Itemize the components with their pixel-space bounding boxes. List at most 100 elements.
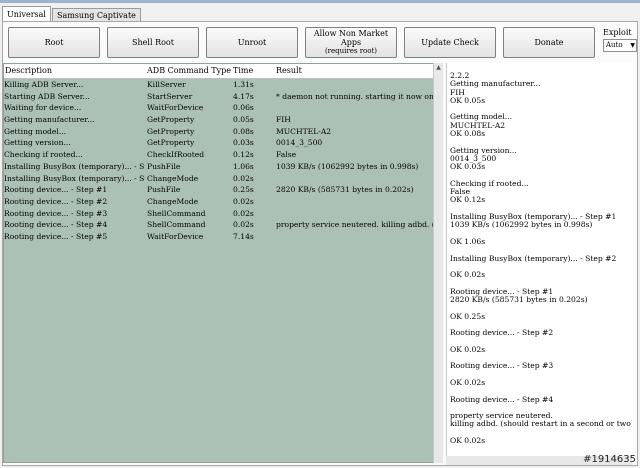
cell-description: Getting model...	[4, 126, 67, 136]
non-market-label: Allow Non Market Apps	[313, 29, 389, 47]
cell-result: MUCHTEL-A2	[276, 126, 332, 136]
exploit-select-value: Auto	[606, 41, 623, 49]
cell-command-type: PushFile	[147, 161, 181, 171]
cell-command-type: GetProperty	[147, 126, 195, 136]
cell-description: Killing ADB Server...	[4, 80, 84, 89]
allow-non-market-apps-button[interactable]: Allow Non Market Apps (requires root)	[305, 27, 397, 58]
log-line: OK 0.08s	[450, 129, 486, 139]
log-line: OK 0.25s	[450, 311, 486, 321]
cell-time: 0.03s	[233, 138, 254, 148]
table-row[interactable]: Getting manufacturer... GetProperty 0.05s F…	[4, 114, 442, 126]
cell-description: Installing BusyBox (temporary)... - St..…	[4, 173, 145, 183]
cell-time: 0.02s	[233, 208, 254, 218]
shell-root-button[interactable]: Shell Root	[107, 27, 199, 58]
cell-result: 0014_3_500	[276, 138, 323, 148]
cell-result	[276, 102, 442, 114]
log-line: OK 0.02s	[450, 377, 486, 387]
cell-command-type: StartServer	[147, 91, 193, 101]
cell-result: 1039 KB/s (1062992 bytes in 0.998s)	[276, 161, 419, 171]
tab-strip: Universal Samsung Captivate	[2, 6, 142, 23]
cell-description: Rooting device... - Step #2	[4, 196, 108, 206]
column-header-result[interactable]: Result	[276, 64, 302, 78]
cell-command-type: GetProperty	[147, 115, 195, 125]
tab-samsung-captivate[interactable]: Samsung Captivate	[51, 8, 141, 22]
exploit-label: Exploit	[603, 28, 632, 37]
cell-result: * daemon not running. starting it now on…	[276, 91, 442, 101]
toolbar: Root Shell Root Unroot Allow Non Market …	[8, 27, 602, 58]
cell-command-type: CheckIfRooted	[147, 150, 205, 160]
table-row[interactable]: Getting model... GetProperty 0.08s MUCHTEL-…	[4, 126, 442, 138]
cell-time: 1.31s	[233, 80, 254, 89]
chevron-down-icon: ▼	[630, 42, 635, 49]
table-row[interactable]: Waiting for device... WaitForDevice 0.06s	[4, 102, 442, 114]
column-header-time[interactable]: Time	[233, 64, 253, 78]
cell-result: property service neutered. killing adbd.…	[276, 220, 442, 230]
log-line: 2820 KB/s (585731 bytes in 0.202s)	[450, 295, 588, 305]
table-row[interactable]: Getting version... GetProperty 0.03s 0014_3…	[4, 137, 442, 149]
table-row[interactable]: Rooting device... - Step #3 ShellCommand 0…	[4, 208, 442, 220]
grid-scrollbar[interactable]: ▲	[433, 63, 443, 463]
grid-header: Description ADB Command Type Time Result	[4, 64, 442, 79]
table-row[interactable]: Rooting device... - Step #5 WaitForDevice…	[4, 231, 442, 243]
log-line: Rooting device... - Step #4	[450, 394, 554, 404]
table-row[interactable]: Starting ADB Server... StartServer 4.17s * …	[4, 91, 442, 103]
cell-result	[276, 196, 442, 208]
log-line: Rooting device... - Step #3	[450, 361, 554, 371]
cell-time: 0.12s	[233, 150, 254, 160]
log-line: Checking if rooted...	[450, 178, 529, 188]
log-line: Getting manufacturer...	[450, 79, 541, 89]
cell-command-type: ShellCommand	[147, 220, 206, 230]
log-line: OK 1.06s	[450, 236, 486, 246]
cell-description: Rooting device... - Step #5	[4, 231, 108, 241]
cell-result: FIH	[276, 115, 291, 125]
table-row[interactable]: Rooting device... - Step #2 ChangeMode 0.0…	[4, 196, 442, 208]
cell-result: 2820 KB/s (585731 bytes in 0.202s)	[276, 185, 414, 195]
table-row[interactable]: Installing BusyBox (temporary)... - St..…	[4, 161, 442, 173]
unroot-button[interactable]: Unroot	[206, 27, 298, 58]
cell-result	[276, 173, 442, 185]
log-line: killing adbd. (should restart in a secon…	[450, 419, 632, 429]
exploit-select[interactable]: Auto ▼	[603, 39, 637, 52]
table-row[interactable]: Rooting device... - Step #1 PushFile 0.25s…	[4, 184, 442, 196]
cell-result	[276, 231, 442, 243]
cell-description: Waiting for device...	[4, 103, 82, 113]
cell-description: Installing BusyBox (temporary)... - St..…	[4, 161, 145, 171]
cell-command-type: PushFile	[147, 185, 181, 195]
output-log: 2.2.2 Getting manufacturer... FIH OK 0.05s G…	[446, 63, 632, 463]
cell-command-type: GetProperty	[147, 138, 195, 148]
column-header-description[interactable]: Description	[5, 64, 52, 78]
column-header-adb-command-type[interactable]: ADB Command Type	[147, 64, 231, 78]
cell-command-type: ChangeMode	[147, 196, 199, 206]
cell-command-type: ChangeMode	[147, 173, 199, 183]
log-line: OK 0.02s	[450, 436, 486, 446]
update-check-button[interactable]: Update Check	[404, 27, 496, 58]
exploit-group: Exploit Auto ▼	[603, 27, 639, 52]
table-row[interactable]: Killing ADB Server... KillServer 1.31s	[4, 79, 442, 91]
window-title-edge	[0, 0, 640, 3]
cell-description: Getting version...	[4, 138, 71, 148]
cell-time: 0.25s	[233, 185, 254, 195]
cell-description: Rooting device... - Step #1	[4, 185, 108, 195]
cell-description: Rooting device... - Step #3	[4, 208, 108, 218]
donate-button[interactable]: Donate	[503, 27, 595, 58]
scroll-up-icon[interactable]: ▲	[434, 63, 443, 73]
cell-command-type: ShellCommand	[147, 208, 206, 218]
cell-description: Checking if rooted...	[4, 150, 83, 160]
table-row[interactable]: Checking if rooted... CheckIfRooted 0.12s F…	[4, 149, 442, 161]
log-line: OK 0.02s	[450, 270, 486, 280]
cell-time: 0.06s	[233, 103, 254, 113]
cell-time: 0.02s	[233, 196, 254, 206]
root-button[interactable]: Root	[8, 27, 100, 58]
watermark-id: #1914635	[583, 454, 636, 465]
table-row[interactable]: Rooting device... - Step #4 ShellCommand 0…	[4, 219, 442, 231]
command-grid: Description ADB Command Type Time Result…	[3, 63, 443, 463]
table-row[interactable]: Installing BusyBox (temporary)... - St..…	[4, 173, 442, 185]
log-line: OK 0.02s	[450, 344, 486, 354]
cell-time: 0.02s	[233, 220, 254, 230]
cell-time: 4.17s	[233, 91, 254, 101]
cell-command-type: WaitForDevice	[147, 231, 204, 241]
log-line: Installing BusyBox (temporary)... - Step…	[450, 253, 617, 263]
cell-time: 7.14s	[233, 231, 254, 241]
cell-result	[276, 79, 442, 91]
non-market-sublabel: (requires root)	[324, 47, 378, 55]
